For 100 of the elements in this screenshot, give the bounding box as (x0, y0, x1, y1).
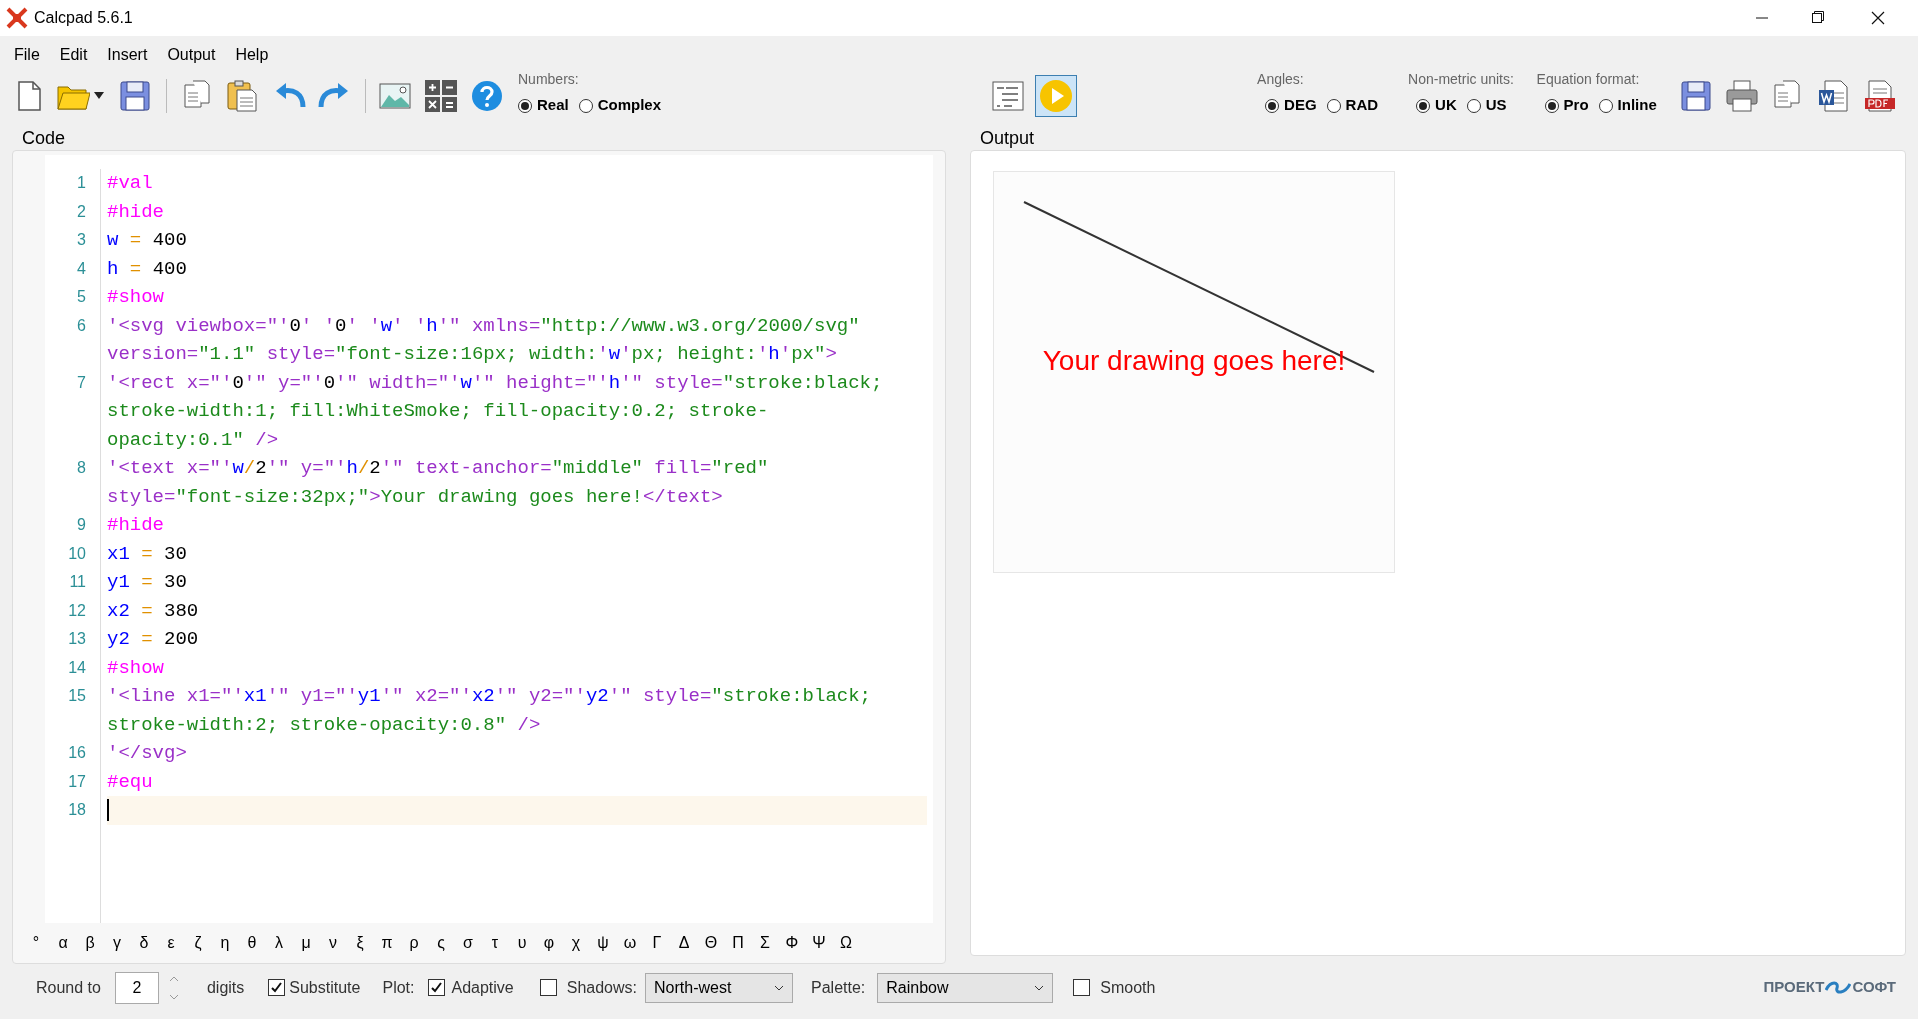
symbol-button[interactable]: μ (293, 931, 319, 955)
dropdown[interactable]: North-west (645, 972, 793, 1003)
line-number: 13 (68, 629, 86, 649)
radio-button[interactable] (1466, 98, 1481, 113)
code-line[interactable]: y2 = 200 (107, 625, 199, 654)
symbol-button[interactable]: Ω (833, 931, 859, 955)
code-line[interactable]: '<svg viewbox="'0' '0' 'w' 'h'" xmlns="http://www.w3.org/2000/svg" version="1.1" style="font-size:16px; width:'w'px; height:'h'px"> (107, 311, 860, 369)
code-line[interactable]: x2 = 380 (107, 596, 199, 625)
checkbox[interactable] (1073, 979, 1091, 996)
radio-button[interactable] (518, 98, 532, 113)
caret-icon (1034, 983, 1045, 992)
checkbox[interactable] (268, 979, 286, 996)
radio-button[interactable] (1544, 98, 1559, 113)
field-label: Palette: (811, 977, 866, 998)
save-icon[interactable] (118, 79, 152, 113)
radio-label[interactable]: Complex (597, 94, 662, 117)
line-number: 18 (68, 800, 86, 820)
symbol-button[interactable]: φ (536, 931, 562, 955)
radio-label[interactable]: UK (1435, 94, 1457, 117)
menu-item[interactable]: Insert (107, 43, 148, 67)
checkbox[interactable] (428, 979, 446, 996)
radio-label[interactable]: Real (537, 94, 569, 117)
menu-item[interactable]: Output (167, 43, 216, 67)
symbol-button[interactable]: Π (725, 931, 751, 955)
symbol-button[interactable]: τ (482, 931, 508, 955)
symbol-button[interactable]: ψ (590, 931, 616, 955)
checkbox-label[interactable]: Smooth (1100, 975, 1156, 1000)
symbol-button[interactable]: Φ (779, 931, 805, 955)
code-line[interactable]: '<line x1="'x1'" y1="'y1'" x2="'x2'" y2="'y2'" style="stroke:black; stroke-width:2; stroke-opacity:0.8" /> (107, 682, 871, 739)
check-icon (430, 981, 444, 994)
symbol-button[interactable]: Γ (644, 931, 670, 955)
code-line[interactable]: '</svg> (107, 739, 187, 768)
symbol-button[interactable]: Θ (698, 931, 724, 955)
symbol-button[interactable]: ζ (185, 931, 211, 955)
line-number: 8 (77, 458, 86, 478)
symbol-button[interactable]: λ (266, 931, 292, 955)
symbol-button[interactable]: ε (158, 931, 184, 955)
symbol-button[interactable]: ν (320, 931, 346, 955)
input-field[interactable]: 2 (114, 971, 159, 1004)
paste-icon[interactable] (225, 79, 259, 113)
pdf-document-icon[interactable] (1862, 79, 1897, 113)
line-number: 6 (77, 315, 86, 336)
code-line[interactable]: x1 = 30 (107, 539, 187, 568)
symbol-button[interactable]: ω (617, 931, 643, 955)
code-line[interactable]: '<text x="'w/2'" y="'h/2'" text-anchor="middle" fill="red" style="font-size:32px;">Your drawing goes here!</text> (107, 454, 769, 511)
line-number: 10 (68, 543, 86, 564)
symbol-button[interactable]: ρ (401, 931, 427, 955)
symbol-button[interactable]: σ (455, 931, 481, 955)
radio-label[interactable]: RAD (1345, 94, 1379, 117)
radio-label[interactable]: US (1485, 94, 1507, 117)
symbol-button[interactable]: Ψ (806, 931, 832, 955)
line-number: 11 (69, 572, 86, 592)
symbol-button[interactable]: Δ (671, 931, 697, 955)
line-number: 15 (68, 686, 86, 706)
radio-label[interactable]: Inline (1617, 94, 1657, 117)
symbol-button[interactable]: π (374, 931, 400, 955)
radio-button[interactable] (1598, 98, 1613, 113)
line-number: 4 (77, 258, 86, 279)
printer-icon[interactable] (1724, 79, 1759, 113)
symbol-button[interactable]: β (77, 931, 103, 955)
dropdown[interactable]: Rainbow (877, 972, 1054, 1003)
help-icon[interactable] (470, 79, 504, 113)
code-line[interactable]: h = 400 (107, 254, 187, 283)
save-icon[interactable] (1678, 79, 1713, 113)
code-line[interactable]: w = 400 (107, 226, 187, 255)
symbol-button[interactable]: Σ (752, 931, 778, 955)
radio-label[interactable]: Pro (1563, 94, 1589, 117)
symbol-button[interactable]: η (212, 931, 238, 955)
symbol-button[interactable]: ς (428, 931, 454, 955)
radio-button[interactable] (578, 98, 593, 113)
radio-button[interactable] (1326, 98, 1341, 113)
field-label[interactable]: Shadows: (566, 975, 637, 1000)
line-number: 9 (77, 515, 86, 535)
menu-item[interactable]: Edit (59, 43, 88, 67)
symbol-button[interactable]: ° (23, 931, 49, 955)
symbol-button[interactable]: α (50, 931, 76, 955)
group-label: Non-metric units: (1408, 70, 1515, 90)
radio-button[interactable] (1416, 98, 1431, 113)
logo-text: СОФТ (1852, 977, 1896, 998)
menu-item[interactable]: Help (235, 43, 269, 67)
checkbox[interactable] (539, 979, 557, 996)
panel-title: Code (22, 127, 67, 150)
checkbox-label[interactable]: Adaptive (451, 975, 514, 1000)
radio-label[interactable]: DEG (1284, 94, 1317, 117)
checkbox-label[interactable]: Substitute (289, 975, 361, 1000)
field-label: Plot: (382, 977, 415, 998)
line-number: 17 (68, 771, 86, 792)
symbol-button[interactable]: δ (131, 931, 157, 955)
menu-item[interactable]: File (14, 43, 40, 67)
symbol-button[interactable]: υ (509, 931, 535, 955)
line-number: 2 (77, 201, 86, 222)
calculator-icon[interactable] (424, 79, 458, 113)
symbol-button[interactable]: ξ (347, 931, 373, 955)
word-document-icon[interactable] (1816, 79, 1851, 113)
play-button[interactable] (1035, 75, 1078, 117)
symbol-button[interactable]: γ (104, 931, 130, 955)
code-line[interactable]: y1 = 30 (107, 568, 187, 597)
symbol-button[interactable]: χ (563, 931, 589, 955)
radio-button[interactable] (1265, 98, 1280, 113)
symbol-button[interactable]: θ (239, 931, 265, 955)
